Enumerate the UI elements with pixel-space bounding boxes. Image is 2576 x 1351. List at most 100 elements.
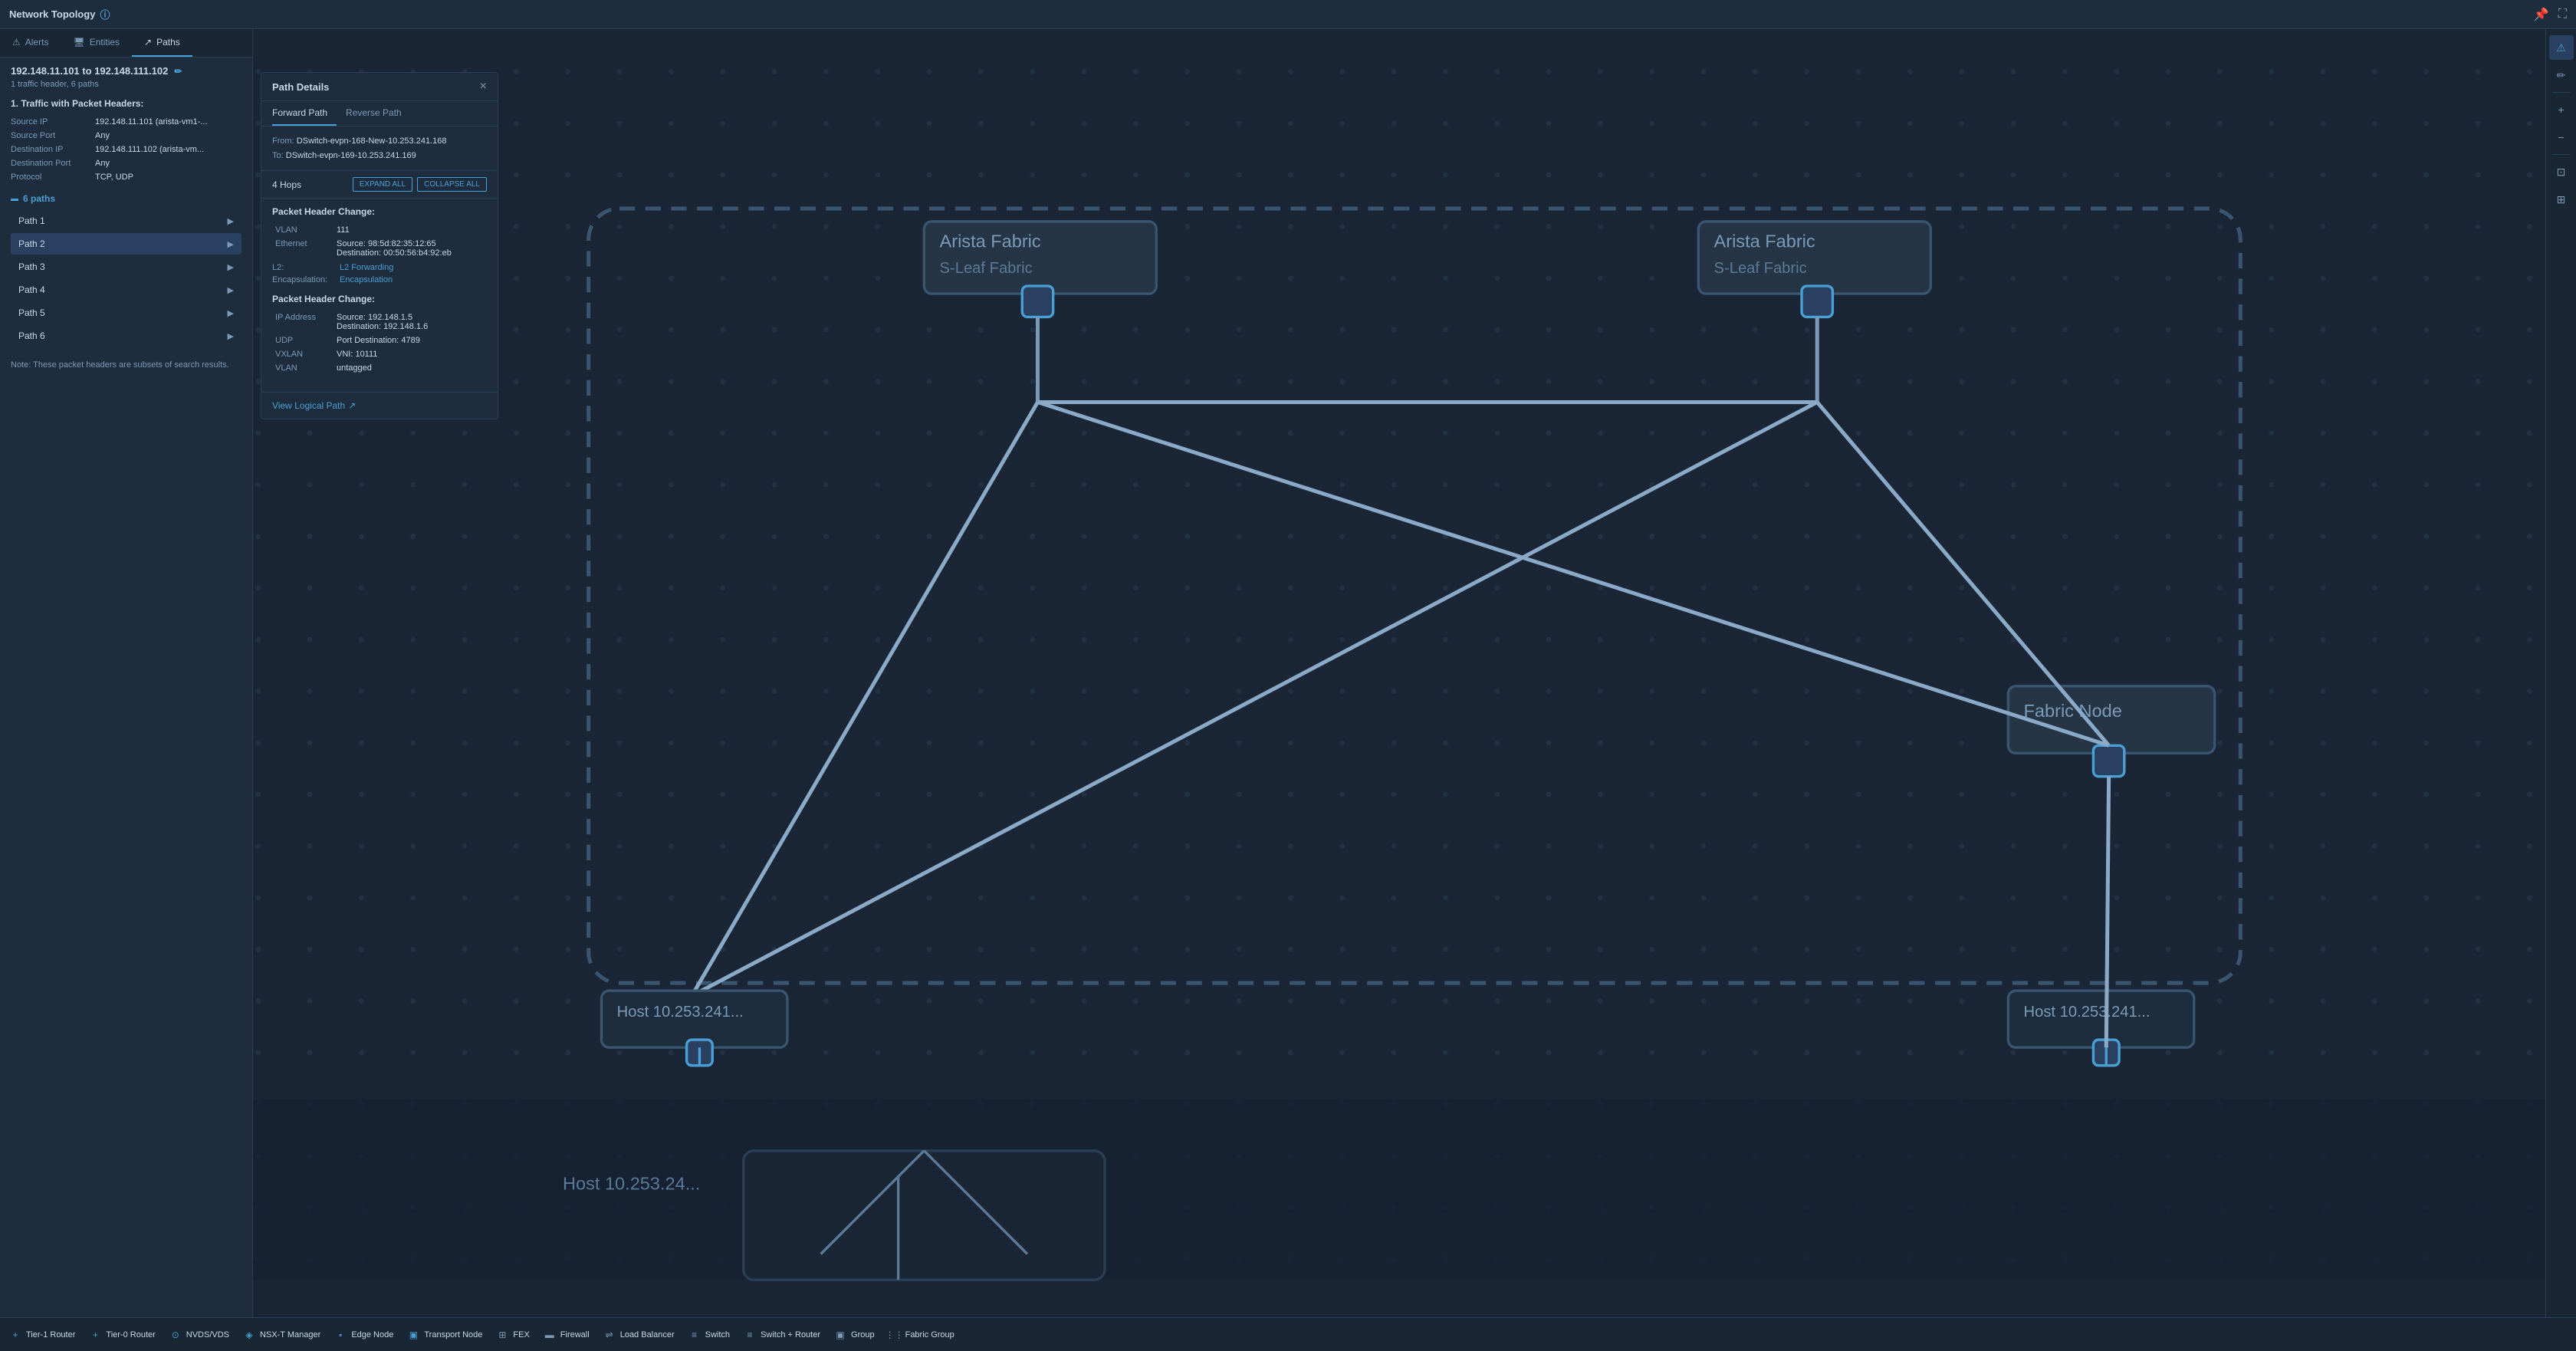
fit-button[interactable]: ⊡ [2549,159,2574,184]
tab-paths[interactable]: ↗ Paths [132,29,192,57]
field-value: 192.148.111.102 (arista-vm... [95,143,242,156]
path-detail-tabs: Forward Path Reverse Path [261,101,498,127]
expand-button[interactable]: ⛶ [2558,7,2567,22]
legend-fabric-group[interactable]: ⋮⋮ Fabric Group [889,1329,955,1341]
field-label: Destination Port [11,156,95,170]
tab-entities-label: Entities [90,37,120,48]
transport-label: Transport Node [424,1330,482,1339]
legend-nvds-vds[interactable]: ⊙ NVDS/VDS [169,1329,229,1341]
udp-value: Port Destination: 4789 [334,334,487,347]
field-value: TCP, UDP [95,170,242,184]
ip-label: IP Address [272,311,334,334]
topology-canvas: Arista Fabric S-Leaf Fabric Arista Fabri… [253,29,2576,1317]
pin-button[interactable]: 📌 [2534,7,2549,22]
nsx-label: NSX-T Manager [260,1330,320,1339]
legend-firewall[interactable]: ▬ Firewall [544,1329,590,1341]
table-row: Destination Port Any [11,156,242,170]
path-item[interactable]: Path 3 ▶ [11,256,242,278]
fabric-group-label: Fabric Group [905,1330,955,1339]
route-subtitle: 1 traffic header, 6 paths [11,80,242,89]
settings-button[interactable]: ⊞ [2549,187,2574,212]
l2-forwarding-link[interactable]: L2 Forwarding [340,263,393,272]
edge-icon: ▪ [334,1329,347,1341]
legend-fex[interactable]: ⊞ FEX [496,1329,529,1341]
path-label: Path 4 [18,284,45,295]
encapsulation-row: Encapsulation: Encapsulation [272,275,487,284]
close-button[interactable]: × [480,81,487,93]
forward-path-tab-label: Forward Path [272,107,327,118]
paths-header[interactable]: ▬ 6 paths [11,193,242,204]
vlan2-value: untagged [334,361,487,375]
encapsulation-label: Encapsulation: [272,275,334,284]
path-label: Path 1 [18,215,45,226]
svg-text:S-Leaf Fabric: S-Leaf Fabric [940,260,1033,277]
nvds-icon: ⊙ [169,1329,182,1341]
chevron-icon: ▶ [228,285,234,295]
path-item[interactable]: Path 6 ▶ [11,325,242,347]
legend-tier1-router[interactable]: + Tier-1 Router [9,1329,75,1341]
hops-count: 4 Hops [272,179,301,190]
legend-group[interactable]: ▣ Group [834,1329,875,1341]
view-logical-path-link[interactable]: View Logical Path ↗ [272,400,487,411]
ethernet-value: Source: 98:5d:82:35:12:65Destination: 00… [334,237,487,260]
tab-forward-path[interactable]: Forward Path [272,101,337,126]
info-icon[interactable]: ⓘ [100,7,110,21]
legend-switch-router[interactable]: ≡ Switch + Router [744,1329,820,1341]
path-item[interactable]: Path 2 ▶ [11,233,242,255]
tier1-router-icon: + [9,1329,21,1341]
svg-text:Host 10.253.241...: Host 10.253.241... [2024,1004,2150,1021]
alert-tool-button[interactable]: ⚠ [2549,35,2574,60]
legend-nsx-manager[interactable]: ◈ NSX-T Manager [243,1329,320,1341]
legend-edge-node[interactable]: ▪ Edge Node [334,1329,393,1341]
tab-reverse-path[interactable]: Reverse Path [346,101,411,126]
path-item[interactable]: Path 5 ▶ [11,302,242,324]
path-from-to: From: DSwitch-evpn-168-New-10.253.241.16… [261,127,498,171]
zoom-in-button[interactable]: + [2549,97,2574,122]
field-value: 192.148.11.101 (arista-vm1-... [95,115,242,129]
path-details-header: Path Details × [261,73,498,101]
entities-tab-icon: 🖥 [73,37,84,48]
legend-tier0-router[interactable]: + Tier-0 Router [89,1329,155,1341]
svg-text:Arista Fabric: Arista Fabric [1714,232,1815,251]
vxlan-value: VNI: 10111 [334,347,487,361]
edit-icon[interactable]: ✏ [174,66,182,77]
path-item[interactable]: Path 1 ▶ [11,210,242,232]
fex-icon: ⊞ [496,1329,508,1341]
tier0-router-icon: + [89,1329,101,1341]
legend-transport-node[interactable]: ▣ Transport Node [407,1329,482,1341]
tab-alerts-label: Alerts [25,37,49,48]
encapsulation-link[interactable]: Encapsulation [340,275,393,284]
collapse-icon: ▬ [11,195,18,203]
fabric-switch-mid[interactable] [2093,745,2124,776]
tab-alerts[interactable]: ⚠ Alerts [0,29,61,57]
legend-load-balancer[interactable]: ⇌ Load Balancer [603,1329,675,1341]
collapse-all-button[interactable]: COLLAPSE ALL [417,177,487,192]
path-details-panel: Path Details × Forward Path Reverse Path… [261,72,498,419]
svg-text:Arista Fabric: Arista Fabric [940,232,1041,251]
path-label: Path 3 [18,261,45,272]
fabric-switch-topright[interactable] [1802,286,1832,317]
reverse-path-tab-label: Reverse Path [346,107,402,118]
udp-label: UDP [272,334,334,347]
panel-content: 192.148.11.101 to 192.148.111.102 ✏ 1 tr… [0,58,252,1317]
expand-all-button[interactable]: EXPAND ALL [353,177,412,192]
chevron-icon: ▶ [228,239,234,249]
pencil-tool-button[interactable]: ✏ [2549,63,2574,87]
path-label: Path 6 [18,330,45,341]
zoom-out-button[interactable]: − [2549,125,2574,150]
hops-bar: 4 Hops EXPAND ALL COLLAPSE ALL [261,171,498,199]
path-label: Path 2 [18,238,45,249]
tab-entities[interactable]: 🖥 Entities [61,29,132,57]
path-item[interactable]: Path 4 ▶ [11,279,242,301]
table-row: Source Port Any [11,129,242,143]
hops-actions: EXPAND ALL COLLAPSE ALL [353,177,487,192]
paths-list: Path 1 ▶ Path 2 ▶ Path 3 ▶ Path 4 ▶ Path… [11,210,242,347]
fabric-switch-topleft[interactable] [1022,286,1053,317]
left-panel: ⚠ Alerts 🖥 Entities ↗ Paths 192.148.11.1… [0,29,253,1317]
l2-label: L2: [272,263,334,272]
switch-router-label: Switch + Router [761,1330,820,1339]
legend-switch[interactable]: ≡ Switch [688,1329,730,1341]
traffic-section-title: 1. Traffic with Packet Headers: [11,98,242,109]
packet-table-2: IP Address Source: 192.148.1.5Destinatio… [272,311,487,375]
lower-box [744,1151,1105,1280]
